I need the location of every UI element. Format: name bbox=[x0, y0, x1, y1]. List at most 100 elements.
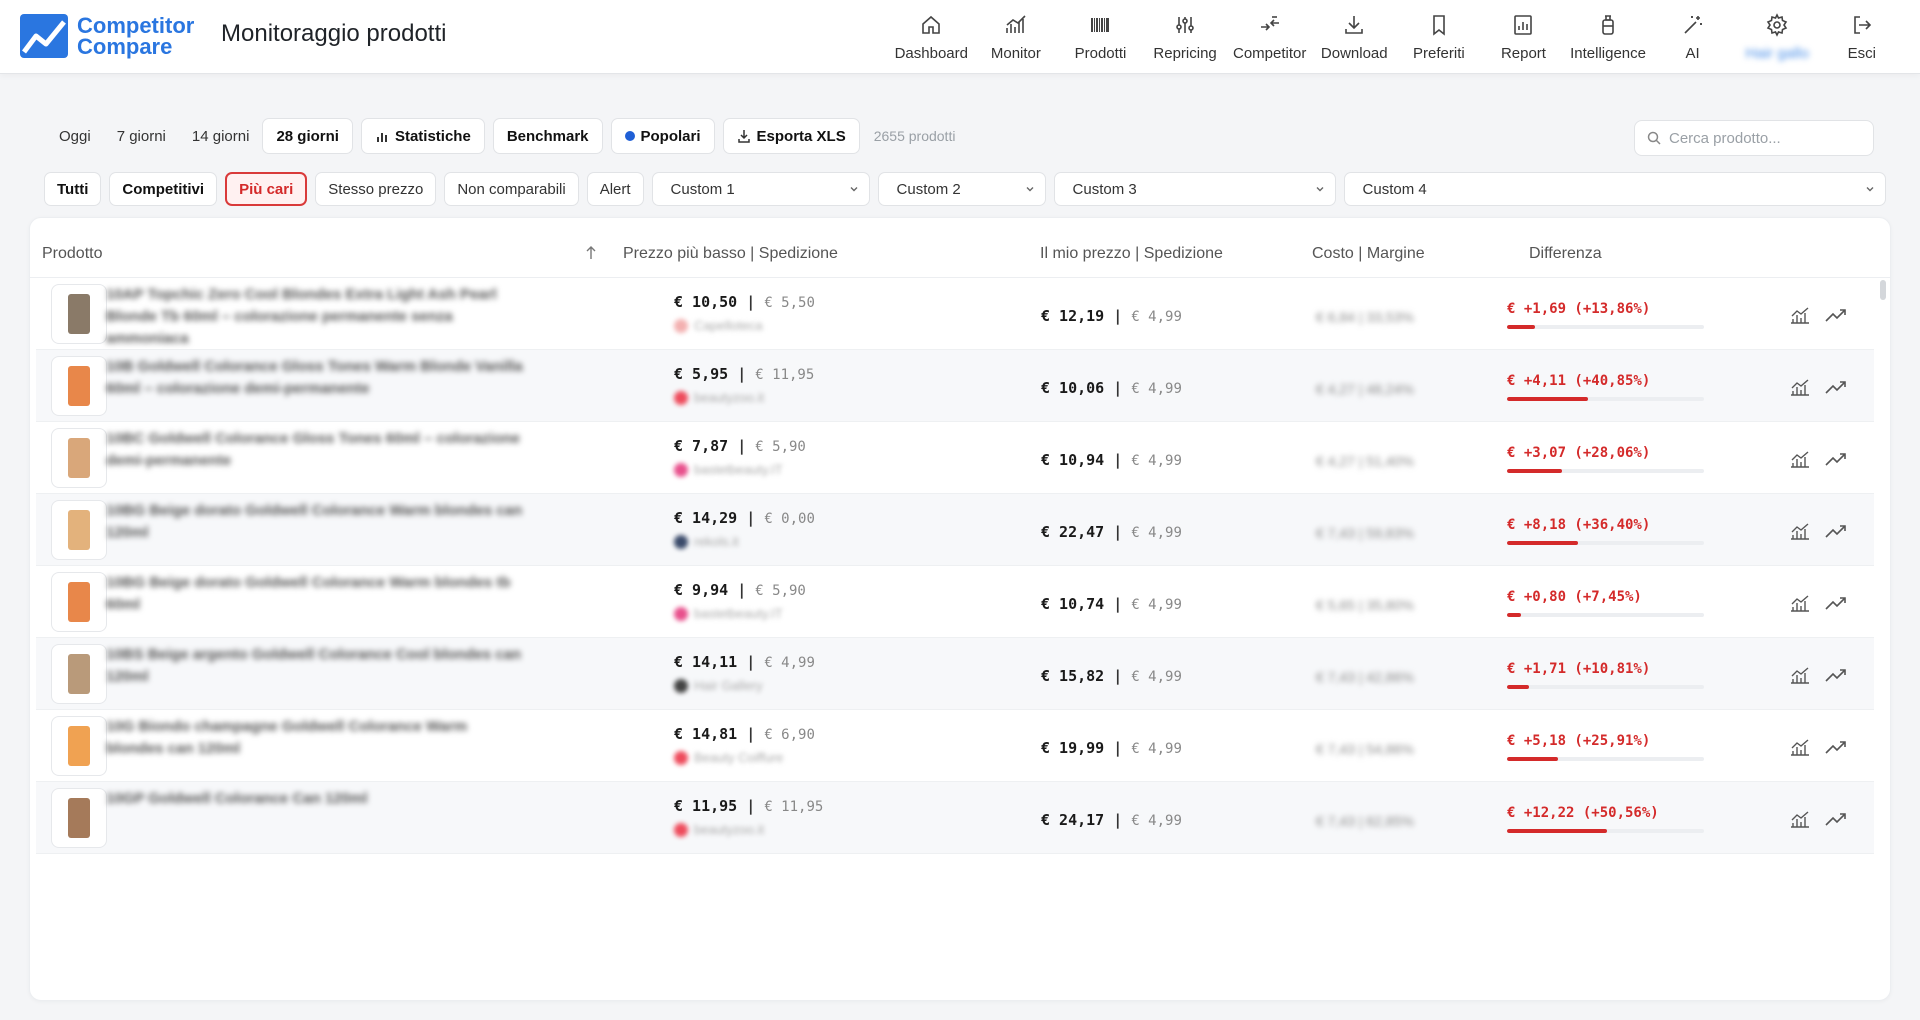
nav-competitor[interactable]: Competitor bbox=[1227, 0, 1312, 74]
benchmark-button[interactable]: Benchmark bbox=[492, 118, 603, 154]
seller[interactable]: bastetbeauty.IT bbox=[674, 606, 783, 621]
seller[interactable]: rekols.it bbox=[674, 534, 739, 549]
filter-competitivi[interactable]: Competitivi bbox=[109, 172, 218, 206]
nav-dashboard[interactable]: Dashboard bbox=[889, 0, 974, 74]
custom-4-select[interactable]: Custom 4 bbox=[1343, 172, 1886, 206]
seller[interactable]: bastetbeauty.IT bbox=[674, 462, 783, 477]
product-thumbnail[interactable] bbox=[51, 644, 107, 704]
price-history-chart-icon[interactable] bbox=[1789, 377, 1811, 397]
custom-2-select[interactable]: Custom 2 bbox=[877, 172, 1046, 206]
lowest-shipping-value: € 5,50 bbox=[764, 295, 815, 311]
trend-up-icon[interactable] bbox=[1824, 809, 1848, 829]
custom-3-select[interactable]: Custom 3 bbox=[1053, 172, 1336, 206]
export-xls-button[interactable]: Esporta XLS bbox=[722, 118, 860, 154]
nav-label: Dashboard bbox=[894, 44, 968, 62]
column-cost-margin[interactable]: Costo | Margine bbox=[1312, 245, 1425, 263]
nav-repricing[interactable]: Repricing bbox=[1143, 0, 1228, 74]
product-name[interactable]: 10B Goldwell Colorance Gloss Tones Warm … bbox=[106, 356, 526, 400]
column-difference[interactable]: Differenza bbox=[1529, 245, 1602, 263]
product-thumbnail[interactable] bbox=[51, 788, 107, 848]
product-name[interactable]: 10G Biondo champagne Goldwell Colorance … bbox=[106, 716, 526, 760]
nav-esci[interactable]: Esci bbox=[1820, 0, 1905, 74]
table-row[interactable]: 10G Biondo champagne Goldwell Colorance … bbox=[36, 710, 1874, 782]
lowest-price: € 14,11 | € 4,99 bbox=[674, 653, 815, 671]
home-icon bbox=[922, 15, 941, 34]
seller[interactable]: Beauty Coiffure bbox=[674, 750, 783, 765]
product-name[interactable]: 10BC Goldwell Colorance Gloss Tones 60ml… bbox=[106, 428, 526, 472]
nav-download[interactable]: Download bbox=[1312, 0, 1397, 74]
trend-up-icon[interactable] bbox=[1824, 377, 1848, 397]
custom-1-label: Custom 1 bbox=[670, 180, 735, 198]
custom-1-select[interactable]: Custom 1 bbox=[651, 172, 870, 206]
cost-margin: € 4,27 | 51,40% bbox=[1316, 453, 1414, 469]
nav-intelligence[interactable]: Intelligence bbox=[1566, 0, 1651, 74]
price-history-chart-icon[interactable] bbox=[1789, 737, 1811, 757]
trend-up-icon[interactable] bbox=[1824, 665, 1848, 685]
filter-stesso-prezzo[interactable]: Stesso prezzo bbox=[315, 172, 437, 206]
trend-up-icon[interactable] bbox=[1824, 593, 1848, 613]
period-7-giorni[interactable]: 7 giorni bbox=[104, 118, 179, 154]
product-name[interactable]: 10AP Topchic Zero Cool Blondes Extra Lig… bbox=[106, 284, 526, 350]
nav-prodotti[interactable]: Prodotti bbox=[1058, 0, 1143, 74]
price-history-chart-icon[interactable] bbox=[1789, 593, 1811, 613]
scrollbar[interactable] bbox=[1880, 280, 1886, 300]
column-lowest-price[interactable]: Prezzo più basso | Spedizione bbox=[623, 245, 838, 263]
seller[interactable]: Capelloteca bbox=[674, 318, 763, 333]
filter-alert[interactable]: Alert bbox=[586, 172, 644, 206]
nav-monitor[interactable]: Monitor bbox=[974, 0, 1059, 74]
table-row[interactable]: 10BG Beige dorato Goldwell Colorance War… bbox=[36, 566, 1874, 638]
price-history-chart-icon[interactable] bbox=[1789, 305, 1811, 325]
nav-label: Competitor bbox=[1232, 44, 1307, 62]
nav-report[interactable]: Report bbox=[1481, 0, 1566, 74]
period-oggi[interactable]: Oggi bbox=[46, 118, 104, 154]
table-row[interactable]: 10BS Beige argento Goldwell Colorance Co… bbox=[36, 638, 1874, 710]
column-product[interactable]: Prodotto bbox=[42, 245, 102, 263]
period-28-giorni[interactable]: 28 giorni bbox=[262, 118, 353, 154]
seller[interactable]: beautyzoo.it bbox=[674, 822, 764, 837]
price-history-chart-icon[interactable] bbox=[1789, 521, 1811, 541]
difference-bar bbox=[1507, 469, 1704, 473]
nav-account[interactable]: Hair gallo bbox=[1735, 0, 1820, 74]
product-thumbnail[interactable] bbox=[51, 428, 107, 488]
column-my-price[interactable]: Il mio prezzo | Spedizione bbox=[1040, 245, 1223, 263]
trend-up-icon[interactable] bbox=[1824, 521, 1848, 541]
price-history-chart-icon[interactable] bbox=[1789, 809, 1811, 829]
product-name[interactable]: 10BG Beige dorato Goldwell Colorance War… bbox=[106, 572, 526, 616]
trend-up-icon[interactable] bbox=[1824, 449, 1848, 469]
product-name[interactable]: 10BG Beige dorato Goldwell Colorance War… bbox=[106, 500, 526, 544]
table-row[interactable]: 10AP Topchic Zero Cool Blondes Extra Lig… bbox=[36, 278, 1874, 350]
filter-tutti[interactable]: Tutti bbox=[44, 172, 102, 206]
sort-arrow-up-icon[interactable] bbox=[584, 245, 598, 261]
table-row[interactable]: 10B Goldwell Colorance Gloss Tones Warm … bbox=[36, 350, 1874, 422]
nav-preferiti[interactable]: Preferiti bbox=[1397, 0, 1482, 74]
product-image bbox=[68, 294, 90, 334]
lowest-price: € 5,95 | € 11,95 bbox=[674, 365, 815, 383]
search-input[interactable] bbox=[1669, 129, 1859, 147]
stats-button[interactable]: Statistiche bbox=[360, 118, 485, 154]
table-row[interactable]: 10BC Goldwell Colorance Gloss Tones 60ml… bbox=[36, 422, 1874, 494]
nav-ai[interactable]: AI bbox=[1650, 0, 1735, 74]
product-thumbnail[interactable] bbox=[51, 500, 107, 560]
price-history-chart-icon[interactable] bbox=[1789, 665, 1811, 685]
table-row[interactable]: 10GP Goldwell Colorance Can 120ml € 11,9… bbox=[36, 782, 1874, 854]
seller[interactable]: beautyzoo.it bbox=[674, 390, 764, 405]
product-name[interactable]: 10BS Beige argento Goldwell Colorance Co… bbox=[106, 644, 526, 688]
product-thumbnail[interactable] bbox=[51, 356, 107, 416]
trend-up-icon[interactable] bbox=[1824, 305, 1848, 325]
products-table: Prodotto Prezzo più basso | Spedizione I… bbox=[29, 217, 1891, 1001]
period-14-giorni[interactable]: 14 giorni bbox=[179, 118, 263, 154]
price-history-chart-icon[interactable] bbox=[1789, 449, 1811, 469]
table-row[interactable]: 10BG Beige dorato Goldwell Colorance War… bbox=[36, 494, 1874, 566]
product-thumbnail[interactable] bbox=[51, 572, 107, 632]
product-name[interactable]: 10GP Goldwell Colorance Can 120ml bbox=[106, 788, 526, 810]
popular-button[interactable]: Popolari bbox=[610, 118, 715, 154]
trend-up-icon[interactable] bbox=[1824, 737, 1848, 757]
seller[interactable]: Hair Gallery bbox=[674, 678, 763, 693]
product-thumbnail[interactable] bbox=[51, 284, 107, 344]
filter-non-comparabili[interactable]: Non comparabili bbox=[444, 172, 579, 206]
lowest-price-value: € 14,29 bbox=[674, 509, 738, 527]
filter-piu-cari[interactable]: Più cari bbox=[225, 172, 308, 206]
product-thumbnail[interactable] bbox=[51, 716, 107, 776]
app-logo[interactable]: Competitor Compare bbox=[18, 12, 194, 60]
difference-bar bbox=[1507, 325, 1704, 329]
